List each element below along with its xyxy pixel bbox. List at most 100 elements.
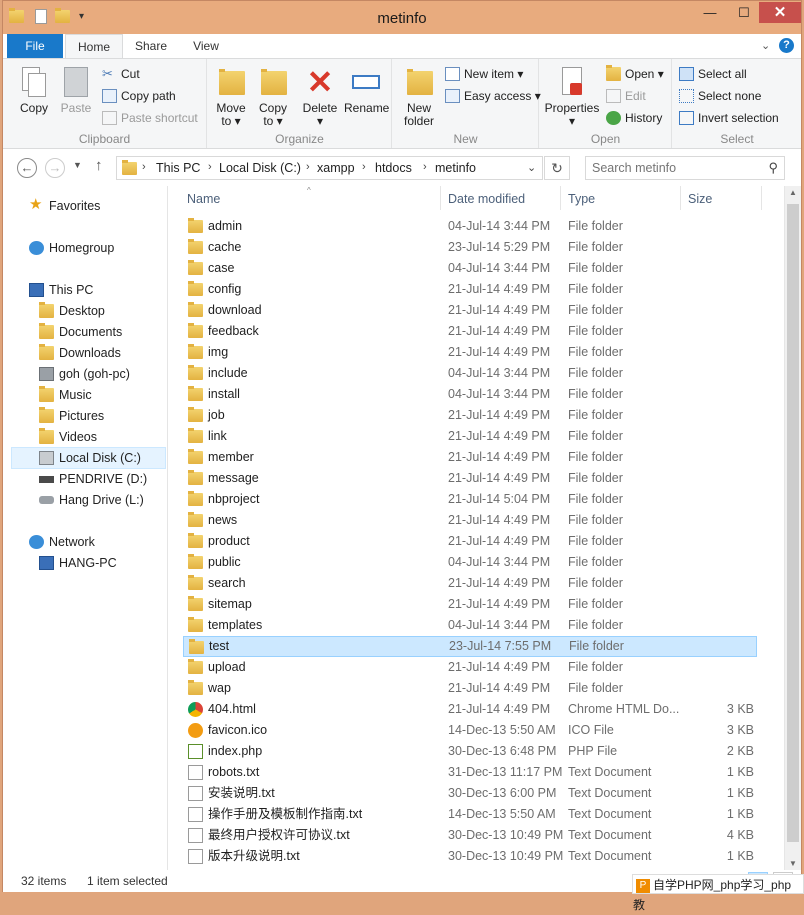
address-dropdown-icon[interactable]: ⌄ bbox=[527, 161, 536, 174]
nav-hang-pc[interactable]: HANG-PC bbox=[39, 553, 117, 573]
column-header-name[interactable]: Name bbox=[187, 192, 220, 206]
file-row[interactable]: include 04-Jul-14 3:44 PM File folder bbox=[183, 363, 757, 384]
tab-home[interactable]: Home bbox=[65, 34, 123, 59]
up-arrow-icon[interactable]: ↑ bbox=[95, 157, 103, 174]
file-row[interactable]: member 21-Jul-14 4:49 PM File folder bbox=[183, 447, 757, 468]
breadcrumb-metinfo[interactable]: metinfo bbox=[435, 161, 476, 175]
properties-button[interactable]: Properties ▾ bbox=[544, 65, 600, 128]
file-row[interactable]: feedback 21-Jul-14 4:49 PM File folder bbox=[183, 321, 757, 342]
file-row[interactable]: img 21-Jul-14 4:49 PM File folder bbox=[183, 342, 757, 363]
cut-button[interactable]: ✂ Cut bbox=[102, 65, 140, 83]
nav-goh-pc[interactable]: goh (goh-pc) bbox=[39, 364, 130, 384]
tab-view[interactable]: View bbox=[181, 34, 231, 58]
file-row[interactable]: job 21-Jul-14 4:49 PM File folder bbox=[183, 405, 757, 426]
nav-favorites[interactable]: ★ Favorites bbox=[29, 196, 100, 216]
column-divider[interactable] bbox=[560, 186, 561, 210]
scroll-up-icon[interactable]: ▲ bbox=[789, 188, 797, 197]
nav-local-disk[interactable]: Local Disk (C:) bbox=[39, 448, 141, 468]
new-item-button[interactable]: New item ▾ bbox=[445, 65, 523, 83]
select-none-button[interactable]: Select none bbox=[679, 87, 761, 105]
maximize-button[interactable]: ☐ bbox=[727, 2, 761, 23]
file-row[interactable]: search 21-Jul-14 4:49 PM File folder bbox=[183, 573, 757, 594]
easy-access-button[interactable]: Easy access ▾ bbox=[445, 87, 541, 105]
tab-file[interactable]: File bbox=[7, 34, 63, 58]
breadcrumb-local-disk[interactable]: Local Disk (C:) bbox=[219, 161, 301, 175]
breadcrumb-xampp[interactable]: xampp bbox=[317, 161, 355, 175]
file-row[interactable]: config 21-Jul-14 4:49 PM File folder bbox=[183, 279, 757, 300]
tab-share[interactable]: Share bbox=[125, 34, 177, 58]
help-icon[interactable]: ? bbox=[779, 38, 794, 53]
file-row[interactable]: 操作手册及模板制作指南.txt 14-Dec-13 5:50 AM Text Doc… bbox=[183, 804, 757, 825]
file-row[interactable]: 404.html 21-Jul-14 4:49 PM Chrome HTML Do.… bbox=[183, 699, 757, 720]
file-row[interactable]: wap 21-Jul-14 4:49 PM File folder bbox=[183, 678, 757, 699]
breadcrumb-this-pc[interactable]: This PC bbox=[156, 161, 200, 175]
open-button[interactable]: Open ▾ bbox=[606, 65, 664, 83]
breadcrumb-htdocs[interactable]: htdocs bbox=[375, 161, 412, 175]
nav-network[interactable]: Network bbox=[29, 532, 95, 552]
move-to-button[interactable]: Move to ▾ bbox=[212, 65, 250, 128]
copy-to-button[interactable]: Copy to ▾ bbox=[254, 65, 292, 128]
refresh-button[interactable]: ↻ bbox=[544, 156, 570, 180]
address-bar[interactable]: › This PC › Local Disk (C:) › xampp › ht… bbox=[116, 156, 543, 180]
file-row[interactable]: product 21-Jul-14 4:49 PM File folder bbox=[183, 531, 757, 552]
file-row[interactable]: templates 04-Jul-14 3:44 PM File folder bbox=[183, 615, 757, 636]
file-row[interactable]: index.php 30-Dec-13 6:48 PM PHP File 2 KB bbox=[183, 741, 757, 762]
edit-button[interactable]: Edit bbox=[606, 87, 646, 105]
chevron-down-icon[interactable]: ⌄ bbox=[761, 39, 770, 52]
back-button[interactable]: ← bbox=[17, 158, 37, 178]
file-row[interactable]: case 04-Jul-14 3:44 PM File folder bbox=[183, 258, 757, 279]
file-row[interactable]: public 04-Jul-14 3:44 PM File folder bbox=[183, 552, 757, 573]
forward-button[interactable]: → bbox=[45, 158, 65, 178]
column-header-type[interactable]: Type bbox=[568, 192, 595, 206]
scroll-down-icon[interactable]: ▼ bbox=[789, 859, 797, 868]
file-row[interactable]: upload 21-Jul-14 4:49 PM File folder bbox=[183, 657, 757, 678]
file-row[interactable]: 最终用户授权许可协议.txt 30-Dec-13 10:49 PM Text Doc… bbox=[183, 825, 757, 846]
scroll-thumb[interactable] bbox=[787, 204, 799, 842]
file-row[interactable]: 版本升级说明.txt 30-Dec-13 10:49 PM Text Documen… bbox=[183, 846, 757, 867]
file-row[interactable]: install 04-Jul-14 3:44 PM File folder bbox=[183, 384, 757, 405]
file-row[interactable]: admin 04-Jul-14 3:44 PM File folder bbox=[183, 216, 757, 237]
file-row[interactable]: nbproject 21-Jul-14 5:04 PM File folder bbox=[183, 489, 757, 510]
nav-pictures[interactable]: Pictures bbox=[39, 406, 104, 426]
history-button[interactable]: History bbox=[606, 109, 662, 127]
nav-homegroup[interactable]: Homegroup bbox=[29, 238, 114, 258]
invert-selection-button[interactable]: Invert selection bbox=[679, 109, 779, 127]
file-row[interactable]: cache 23-Jul-14 5:29 PM File folder bbox=[183, 237, 757, 258]
copy-button[interactable]: Copy bbox=[15, 65, 53, 115]
vertical-scrollbar[interactable]: ▲ ▼ bbox=[784, 186, 801, 870]
column-divider[interactable] bbox=[440, 186, 441, 210]
delete-button[interactable]: ✕ Delete ▾ bbox=[300, 65, 340, 128]
nav-downloads[interactable]: Downloads bbox=[39, 343, 121, 363]
file-row[interactable]: favicon.ico 14-Dec-13 5:50 AM ICO File 3 KB bbox=[183, 720, 757, 741]
recent-locations-chevron-icon[interactable]: ▼ bbox=[73, 160, 82, 170]
file-row[interactable]: 安装说明.txt 30-Dec-13 6:00 PM Text Document 1 … bbox=[183, 783, 757, 804]
file-row[interactable]: message 21-Jul-14 4:49 PM File folder bbox=[183, 468, 757, 489]
column-header-date[interactable]: Date modified bbox=[448, 192, 525, 206]
search-box[interactable]: ⚲ bbox=[585, 156, 785, 180]
column-header-size[interactable]: Size bbox=[688, 192, 712, 206]
nav-documents[interactable]: Documents bbox=[39, 322, 122, 342]
new-folder-button[interactable]: New folder bbox=[399, 65, 439, 128]
rename-button[interactable]: Rename bbox=[344, 65, 389, 115]
paste-button[interactable]: Paste bbox=[57, 65, 95, 115]
file-row[interactable]: news 21-Jul-14 4:49 PM File folder bbox=[183, 510, 757, 531]
file-row[interactable]: robots.txt 31-Dec-13 11:17 PM Text Documen… bbox=[183, 762, 757, 783]
paste-shortcut-button[interactable]: Paste shortcut bbox=[102, 109, 198, 127]
column-divider[interactable] bbox=[680, 186, 681, 210]
nav-pendrive[interactable]: PENDRIVE (D:) bbox=[39, 469, 147, 489]
file-row[interactable]: sitemap 21-Jul-14 4:49 PM File folder bbox=[183, 594, 757, 615]
column-divider[interactable] bbox=[761, 186, 762, 210]
select-all-button[interactable]: Select all bbox=[679, 65, 747, 83]
file-row[interactable]: test 23-Jul-14 7:55 PM File folder bbox=[183, 636, 757, 657]
nav-hang-drive[interactable]: Hang Drive (L:) bbox=[39, 490, 144, 510]
nav-desktop[interactable]: Desktop bbox=[39, 301, 105, 321]
close-button[interactable]: ✕ bbox=[759, 2, 801, 23]
nav-music[interactable]: Music bbox=[39, 385, 92, 405]
minimize-button[interactable]: — bbox=[693, 2, 727, 23]
nav-videos[interactable]: Videos bbox=[39, 427, 97, 447]
file-row[interactable]: link 21-Jul-14 4:49 PM File folder bbox=[183, 426, 757, 447]
search-input[interactable] bbox=[592, 160, 757, 176]
file-row[interactable]: download 21-Jul-14 4:49 PM File folder bbox=[183, 300, 757, 321]
copy-path-button[interactable]: Copy path bbox=[102, 87, 176, 105]
nav-this-pc[interactable]: This PC bbox=[29, 280, 93, 300]
